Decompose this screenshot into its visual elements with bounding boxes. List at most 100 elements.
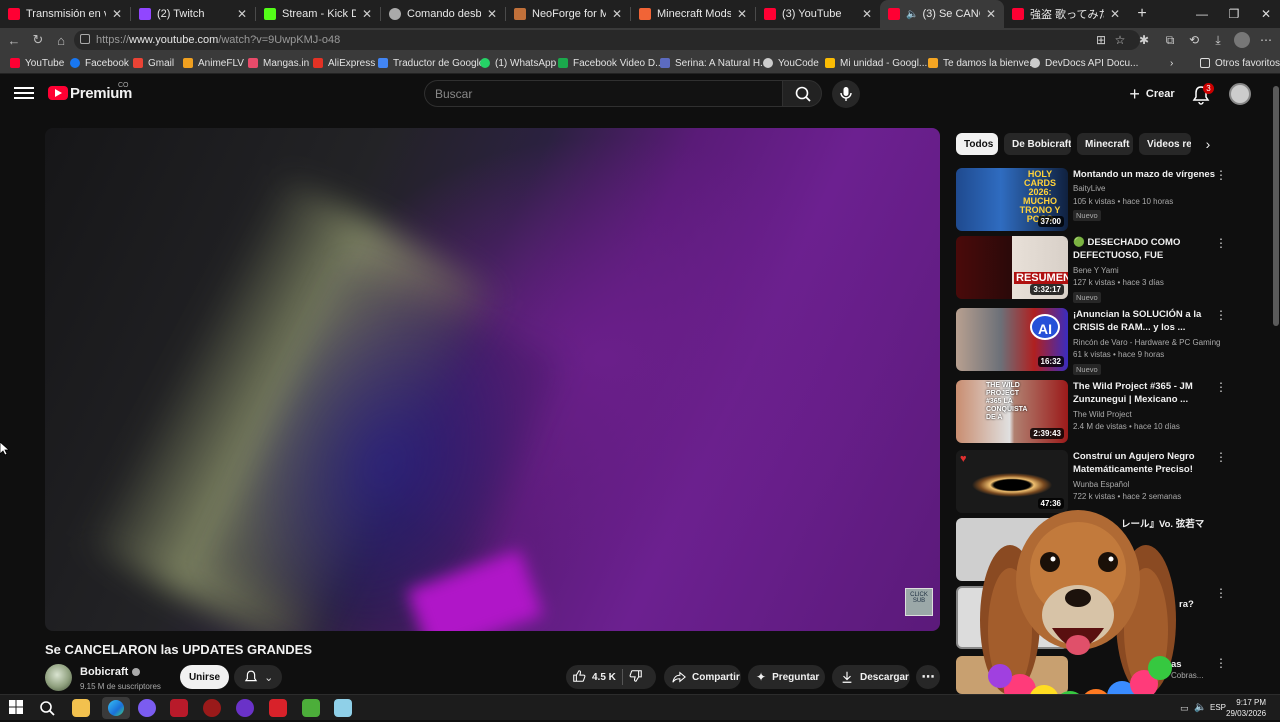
more-options-icon[interactable]: ⋮ [1215,380,1227,394]
subscription-bell-button[interactable]: ⌄ [234,665,282,689]
speaker-icon[interactable]: 🔈 [906,9,918,20]
edge-browser-icon[interactable] [102,697,130,719]
minimize-button[interactable]: — [1186,0,1218,28]
video-thumbnail[interactable]: HOLY CARDS 2026: MUCHO TRONO Y POCO 37:0… [956,168,1068,231]
intellij-icon[interactable] [269,699,287,717]
bookmark-facebook[interactable]: Facebook [70,56,129,70]
recommendation-channel[interactable]: Bene Y Yami [1073,266,1119,275]
back-arrow-icon[interactable]: ← [4,30,24,50]
volume-icon[interactable]: 🔈 [1194,702,1206,713]
downloads-icon[interactable]: ⤓ [1210,32,1226,48]
tab-close-icon[interactable]: ✕ [235,7,249,21]
share-button[interactable]: Compartir [664,665,741,689]
bookmark-youtube[interactable]: YouTube [10,56,64,70]
chip-minecraft[interactable]: Minecraft [1077,133,1133,155]
dislike-button[interactable] [629,669,643,686]
video-thumbnail[interactable]: THE WILD PROJECT #365 LA CONQUISTA DE A … [956,380,1068,443]
chip-todos[interactable]: Todos [956,133,998,155]
recommendation-item[interactable]: AI 16:32 ¡Anuncian la SOLUCIÓN a la CRIS… [956,308,1227,375]
bookmark-drive[interactable]: Mi unidad - Googl... [825,56,927,70]
recommendation-channel[interactable]: The Wild Project [1073,410,1132,419]
tab-comando[interactable]: Comando desbloquear ✕ [381,0,505,28]
ask-button[interactable]: ✦ Preguntar [748,665,825,689]
recommendation-title[interactable]: The Wild Project #365 - JM Zunzunegui | … [1073,380,1215,406]
recommendation-title[interactable]: 🟢 DESECHADO COMO DEFECTUOSO, FUE OLVIDAD… [1073,236,1215,263]
more-options-icon[interactable]: ⋮ [1215,586,1227,600]
site-info-icon[interactable] [80,34,90,44]
media-app-icon[interactable] [203,699,221,717]
bookmark-aliexpress[interactable]: AliExpress [313,56,375,70]
tab-kick[interactable]: Stream - Kick Dashboard ✕ [256,0,380,28]
windows-start-icon[interactable] [8,699,24,715]
chip-videos-relacionados[interactable]: Videos rel [1139,133,1191,155]
channel-avatar[interactable] [45,664,72,691]
more-options-icon[interactable]: ⋮ [1215,236,1227,250]
bookmark-translate[interactable]: Traductor de Google [378,56,484,70]
bookmark-mangas[interactable]: Mangas.in [248,56,309,70]
recommendation-item[interactable]: HOLY CARDS 2026: MUCHO TRONO Y POCO 37:0… [956,168,1227,234]
chat-app-icon[interactable] [236,699,254,717]
bookmark-animeflv[interactable]: AnimeFLV [183,56,244,70]
recommendation-title[interactable]: ¡Anuncian la SOLUCIÓN a la CRISIS de RAM… [1073,308,1215,334]
tab-neoforge[interactable]: NeoForge for Minecraft ✕ [506,0,630,28]
system-clock[interactable]: 9:17 PM 29/03/2026 [1226,697,1266,719]
more-options-icon[interactable]: ⋮ [1215,308,1227,322]
minecraft-icon[interactable] [302,699,320,717]
create-button[interactable]: + Crear [1122,82,1182,106]
video-thumbnail[interactable]: AI 16:32 [956,308,1068,371]
more-options-icon[interactable]: ⋮ [1215,450,1227,464]
bookmark-gmail[interactable]: Gmail [133,56,174,70]
recommendation-channel[interactable]: Wunba Español [1073,480,1129,489]
recommendation-title[interactable]: ra? [1179,598,1219,611]
more-options-icon[interactable]: ⋮ [1215,168,1227,182]
channel-name[interactable]: Bobicraft [80,666,141,678]
hamburger-menu-icon[interactable] [14,84,34,104]
chip-de-bobicraft[interactable]: De Bobicraft [1004,133,1071,155]
history-icon[interactable]: ⟲ [1186,32,1202,48]
tab-transmision[interactable]: Transmisión en vivo - Yo ✕ [0,0,130,28]
youtube-logo-icon[interactable] [48,86,68,100]
like-button[interactable] [572,669,586,686]
profile-avatar[interactable] [1234,32,1250,48]
voice-search-button[interactable] [832,80,860,108]
file-explorer-icon[interactable] [72,699,90,717]
tab-close-icon[interactable]: ✕ [1108,7,1122,21]
menu-dots-icon[interactable]: ⋯ [1258,32,1274,48]
bookmark-devdocs[interactable]: DevDocs API Docu... [1030,56,1138,70]
more-actions-button[interactable]: ⋯ [916,665,940,689]
video-thumbnail[interactable]: RESUMEN 3:32:17 [956,236,1068,299]
bookmark-bienvenida[interactable]: Te damos la bienve... [928,56,1038,70]
extensions-icon[interactable]: ✱ [1136,32,1152,48]
home-icon[interactable]: ⌂ [51,30,71,50]
notepad-icon[interactable] [334,699,352,717]
page-scrollbar-thumb[interactable] [1273,86,1279,326]
search-button[interactable] [782,80,822,107]
account-avatar[interactable] [1229,83,1251,105]
recommendation-channel[interactable]: Rincón de Varo - Hardware & PC Gaming [1073,338,1223,347]
recommendation-title[interactable]: as [1171,658,1211,671]
close-window-button[interactable]: ✕ [1250,0,1280,28]
language-indicator[interactable]: ESP [1210,703,1226,712]
bookmark-serina[interactable]: Serina: A Natural H... [660,56,768,70]
bookmarks-overflow-icon[interactable]: › [1170,56,1173,70]
recommendation-title[interactable]: Montando un mazo de vírgenes [1073,168,1215,181]
tab-utattemita[interactable]: 強盗 歌ってみた／宮下遊 ✕ [1004,0,1128,28]
recommendation-title[interactable]: Construí un Agujero Negro Matemáticament… [1073,450,1215,476]
bookmark-fb-video[interactable]: Facebook Video D... [558,56,663,70]
split-view-icon[interactable]: ⧉ [1162,32,1178,48]
tab-close-icon[interactable]: ✕ [610,7,624,21]
messenger-icon[interactable] [138,699,156,717]
new-tab-button[interactable]: + [1128,0,1156,28]
reload-icon[interactable]: ↻ [28,30,48,50]
like-count[interactable]: 4.5 K [592,672,616,683]
tab-youtube-home[interactable]: (3) YouTube ✕ [756,0,880,28]
download-button[interactable]: Descargar [832,665,910,689]
bookmark-youcode[interactable]: YouCode [763,56,819,70]
install-app-icon[interactable]: ⊞ [1093,32,1109,48]
maximize-button[interactable]: ❐ [1218,0,1250,28]
tab-curseforge[interactable]: Minecraft Mods - Curse ✕ [631,0,755,28]
recommendation-channel[interactable]: BaityLive [1073,184,1105,193]
search-icon[interactable] [38,699,56,717]
network-icon[interactable]: ▭ [1180,703,1189,714]
valorant-icon[interactable] [170,699,188,717]
